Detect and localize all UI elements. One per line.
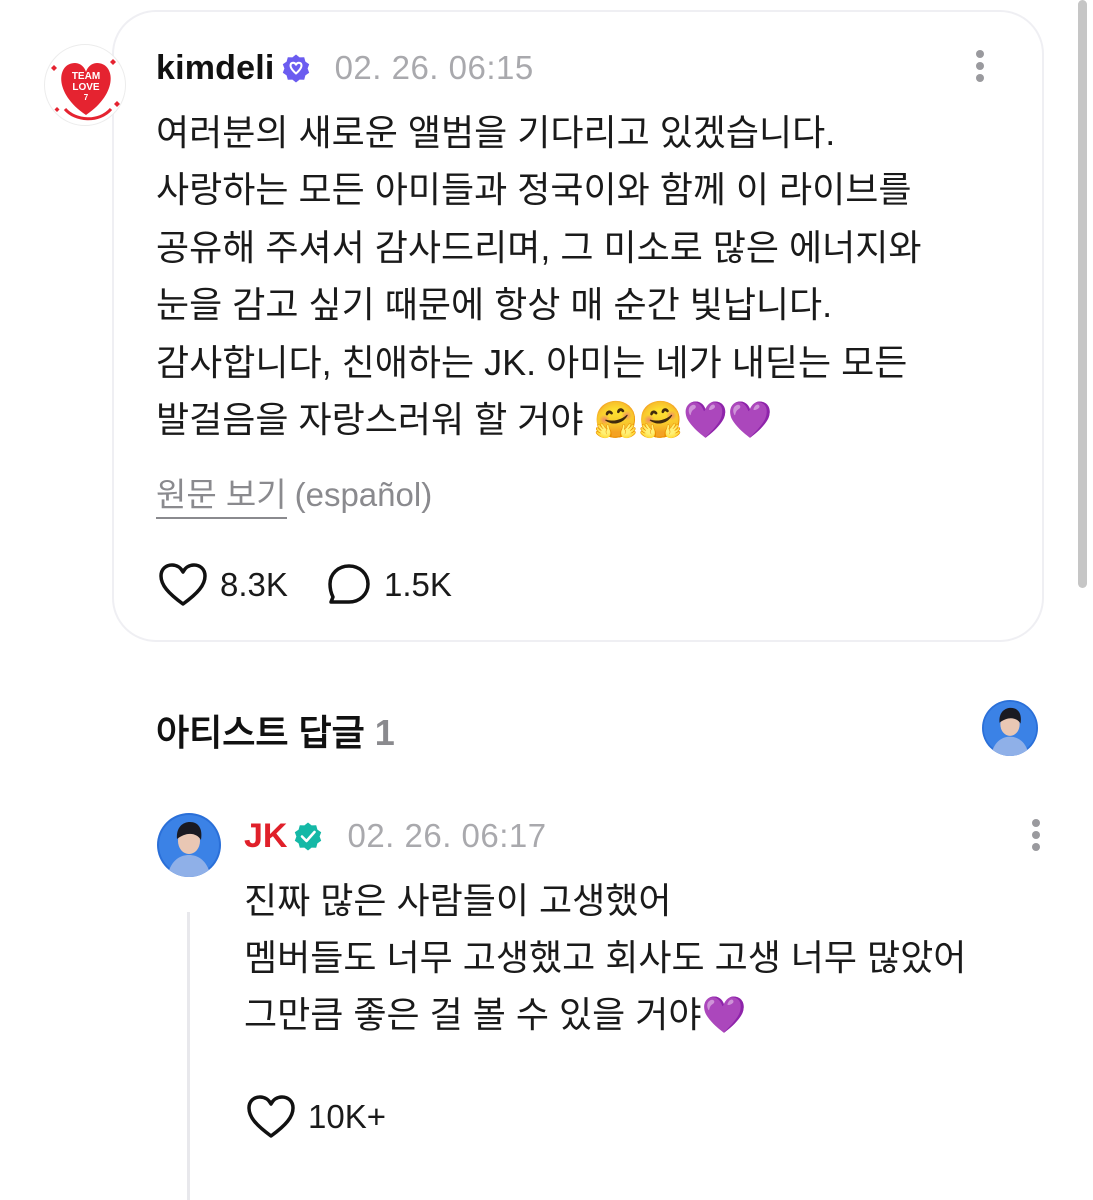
speech-bubble-icon [328, 564, 370, 604]
artist-replies-count: 1 [374, 712, 395, 753]
verified-badge-icon [282, 54, 309, 83]
artist-replies-title: 아티스트 답글 1 [156, 704, 395, 756]
reply-like-count: 10K+ [308, 1098, 386, 1135]
post-username[interactable]: kimdeli [156, 49, 275, 88]
reply-timestamp: 02. 26. 06:17 [347, 817, 547, 854]
heart-outline-icon [159, 563, 207, 606]
post-body: 여러분의 새로운 앨범을 기다리고 있겠습니다. 사랑하는 모든 아미들과 정국… [156, 112, 922, 441]
reply-more-vertical-icon[interactable] [1032, 816, 1042, 856]
artist-replies-label: 아티스트 답글 [156, 712, 365, 753]
heart-outline-icon [247, 1095, 295, 1138]
verified-badge-icon [295, 822, 322, 851]
post-comment-button[interactable]: 1.5K [326, 560, 452, 610]
translation-row: 원문 보기 (español) [156, 468, 433, 519]
avatar-text-number: 7 [84, 93, 89, 102]
view-original-link[interactable]: 원문 보기 [156, 476, 287, 519]
reply-header: JK 02. 26. 06:17 [244, 814, 547, 858]
artist-avatar-small[interactable] [982, 700, 1038, 756]
reply-like-button[interactable]: 10K+ [246, 1092, 386, 1142]
more-vertical-icon[interactable] [976, 47, 986, 87]
reply-body: 진짜 많은 사람들이 고생했어 멤버들도 너무 고생했고 회사도 고생 너무 많… [244, 880, 967, 1035]
artist-avatar[interactable] [157, 813, 221, 877]
post-header: kimdeli 02. 26. 06:15 [156, 46, 534, 90]
reply-artist-name[interactable]: JK [244, 817, 287, 856]
avatar-text-team: TEAM [72, 71, 100, 82]
page-scrollbar[interactable] [1078, 0, 1087, 588]
post-like-button[interactable]: 8.3K [158, 560, 288, 610]
post-timestamp: 02. 26. 06:15 [334, 49, 534, 86]
avatar-text-love: LOVE [72, 82, 100, 93]
like-count: 8.3K [220, 566, 288, 603]
translation-language: (español) [294, 476, 433, 513]
user-avatar[interactable]: TEAM LOVE 7 [44, 44, 126, 126]
comment-count: 1.5K [384, 566, 452, 603]
thread-line [187, 912, 190, 1200]
